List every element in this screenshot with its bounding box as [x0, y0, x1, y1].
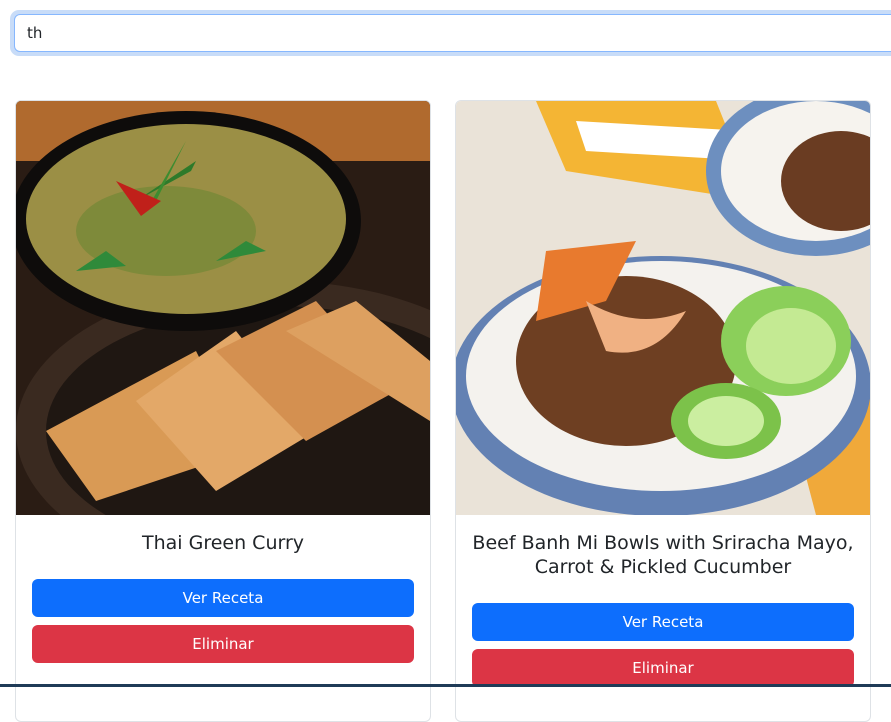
search-input[interactable] — [14, 14, 891, 52]
recipe-image — [16, 101, 430, 515]
search-focus-ring — [10, 10, 891, 56]
recipe-image — [456, 101, 870, 515]
recipe-title: Beef Banh Mi Bowls with Sriracha Mayo, C… — [472, 532, 854, 578]
recipe-title: Thai Green Curry — [141, 532, 305, 554]
view-recipe-button[interactable]: Ver Receta — [472, 603, 854, 641]
recipe-card: Thai Green Curry Ver Receta Eliminar — [15, 100, 431, 722]
delete-recipe-button[interactable]: Eliminar — [32, 625, 414, 663]
recipe-card: Beef Banh Mi Bowls with Sriracha Mayo, C… — [455, 100, 871, 722]
view-recipe-button[interactable]: Ver Receta — [32, 579, 414, 617]
delete-recipe-button[interactable]: Eliminar — [472, 649, 854, 687]
